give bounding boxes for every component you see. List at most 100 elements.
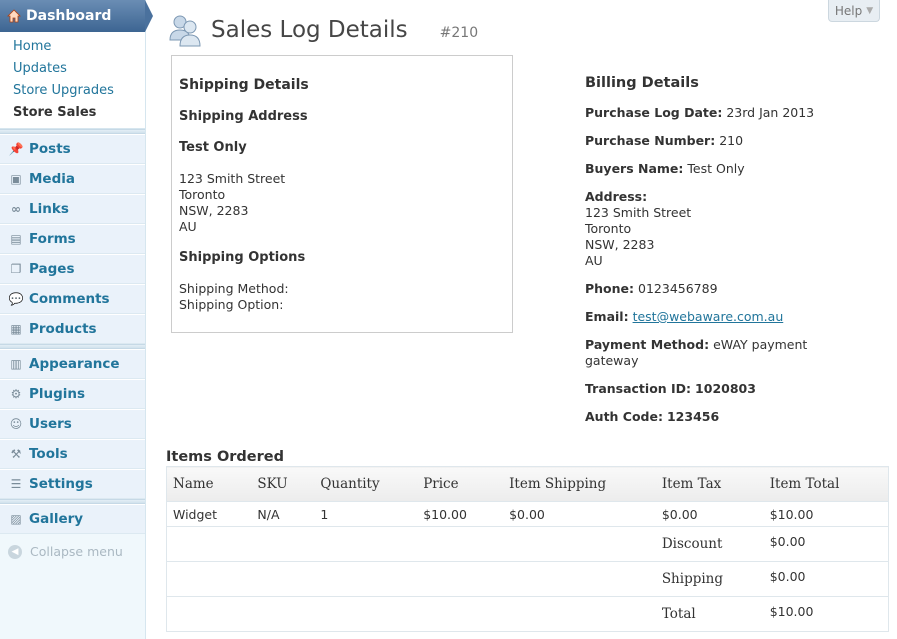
menu-label: Forms: [29, 231, 76, 247]
table-cell: $0.00: [661, 506, 698, 522]
menu-product[interactable]: ▦ Products: [0, 314, 145, 344]
field-label: Transaction ID:: [585, 381, 692, 396]
menu-label: Settings: [29, 476, 93, 492]
table-cell: $10.00: [423, 506, 467, 522]
summary-row: Discount $0.00: [166, 526, 889, 562]
tools-icon: ⚒: [10, 447, 22, 461]
buyer-name-row: Buyers Name: Test Only: [585, 161, 825, 177]
menu-tools[interactable]: ⚒ Tools: [0, 439, 145, 469]
shipping-address-heading: Shipping Address: [179, 109, 308, 124]
purchase-date-value: 23rd Jan 2013: [726, 105, 815, 120]
auth-code-value: 123456: [666, 409, 720, 424]
column-header: Quantity: [314, 466, 418, 502]
field-label: Email:: [585, 309, 629, 324]
address-line: AU: [179, 219, 197, 234]
shipping-name: Test Only: [179, 140, 247, 155]
page-title: Sales Log Details: [211, 17, 408, 43]
empty-cell: [166, 561, 656, 597]
shipping-details-heading: Shipping Details: [179, 77, 309, 93]
menu-form[interactable]: ▤ Forms: [0, 224, 145, 254]
product-icon: ▦: [10, 322, 22, 336]
pushpin-icon: 📌: [8, 142, 24, 156]
transaction-id-value: 1020803: [695, 381, 756, 396]
summary-value: $10.00: [763, 596, 889, 632]
settings-icon: ☰: [10, 477, 22, 491]
help-label: Help: [834, 3, 863, 18]
payment-method-row: Payment Method: eWAY payment gateway: [585, 337, 825, 369]
log-id: #210: [439, 25, 479, 41]
field-label: Purchase Log Date:: [585, 105, 723, 120]
menu-media[interactable]: ▣ Media: [0, 164, 145, 194]
submenu-home[interactable]: Home: [0, 36, 145, 58]
field-label: Purchase Number:: [585, 133, 716, 148]
menu-link[interactable]: ∞ Links: [0, 194, 145, 224]
field-label: Auth Code:: [585, 409, 663, 424]
menu-group-extra: ▨ Gallery: [0, 504, 145, 534]
summary-row: Total $10.00: [166, 596, 889, 632]
help-button[interactable]: Help ▼: [828, 0, 880, 22]
collapse-menu-label: Collapse menu: [30, 544, 123, 559]
shipping-option-label: Shipping Option:: [179, 297, 284, 312]
form-icon: ▤: [10, 232, 22, 246]
address-line: Toronto: [179, 187, 226, 202]
summary-value: $0.00: [763, 561, 889, 597]
table-cell: Widget: [173, 506, 218, 522]
column-header: Item Shipping: [503, 466, 656, 502]
column-header: Price: [417, 466, 504, 502]
menu-label: Pages: [29, 261, 75, 277]
menu-label: Gallery: [29, 511, 84, 527]
pages-icon: ❐: [10, 262, 22, 276]
address-line: Toronto: [585, 221, 632, 236]
summary-row: Shipping $0.00: [166, 561, 889, 597]
gallery-icon: ▨: [10, 512, 22, 526]
address-line: NSW, 2283: [585, 237, 655, 252]
menu-settings[interactable]: ☰ Settings: [0, 469, 145, 499]
summary-value: $0.00: [763, 526, 889, 562]
menu-plugin[interactable]: ⚙ Plugins: [0, 379, 145, 409]
items-ordered-table: Name SKU Quantity Price Item Shipping Item Ta…: [166, 466, 889, 632]
summary-label: Discount: [655, 526, 764, 562]
collapse-menu-button[interactable]: ◀ Collapse menu: [0, 544, 145, 559]
address-line: AU: [585, 253, 603, 268]
shipping-options-heading: Shipping Options: [179, 250, 306, 265]
menu-pages[interactable]: ❐ Pages: [0, 254, 145, 284]
users-icon: [169, 15, 201, 47]
menu-label: Posts: [29, 141, 71, 157]
summary-label: Total: [655, 596, 764, 632]
collapse-arrow-icon: ◀: [8, 544, 22, 559]
purchase-number-row: Purchase Number: 210: [585, 133, 825, 149]
menu-dashboard[interactable]: Dashboard: [0, 0, 153, 32]
menu-users[interactable]: ☺ Users: [0, 409, 145, 439]
table-header-row: Name SKU Quantity Price Item Shipping Item Ta…: [166, 466, 889, 502]
empty-cell: [166, 596, 656, 632]
transaction-id-row: Transaction ID: 1020803: [585, 381, 825, 397]
media-icon: ▣: [10, 172, 22, 186]
menu-comment[interactable]: 💬 Comments: [0, 284, 145, 314]
menu-appearance[interactable]: ▥ Appearance: [0, 349, 145, 379]
field-label: Phone:: [585, 281, 635, 296]
purchase-date-row: Purchase Log Date: 23rd Jan 2013: [585, 105, 825, 121]
comment-icon: 💬: [8, 292, 24, 306]
menu-gallery[interactable]: ▨ Gallery: [0, 504, 145, 534]
column-header: Item Total: [763, 466, 889, 502]
table-cell: $10.00: [769, 506, 814, 522]
menu-label: Products: [29, 321, 97, 337]
purchase-number-value: 210: [719, 133, 744, 148]
menu-dashboard-label: Dashboard: [26, 8, 112, 24]
email-link[interactable]: test@webaware.com.au: [633, 309, 784, 324]
page-header: Sales Log Details #210: [167, 12, 478, 48]
submenu-store-sales[interactable]: Store Sales: [0, 102, 145, 124]
admin-sidebar: Dashboard Home Updates Store Upgrades St…: [0, 0, 153, 639]
address-row: Address: 123 Smith Street Toronto NSW, 2…: [585, 189, 825, 269]
column-header: Item Tax: [655, 466, 764, 502]
menu-label: Links: [29, 201, 69, 217]
shipping-details-box: Shipping Details Shipping Address Test O…: [171, 55, 513, 333]
menu-label: Tools: [29, 446, 68, 462]
menu-label: Comments: [29, 291, 110, 307]
submenu-updates[interactable]: Updates: [0, 58, 145, 80]
menu-pushpin[interactable]: 📌 Posts: [0, 134, 145, 164]
users-icon: ☺: [9, 417, 23, 431]
submenu-store-upgrades[interactable]: Store Upgrades: [0, 80, 145, 102]
buyer-name-value: Test Only: [687, 161, 745, 176]
auth-code-row: Auth Code: 123456: [585, 409, 825, 425]
